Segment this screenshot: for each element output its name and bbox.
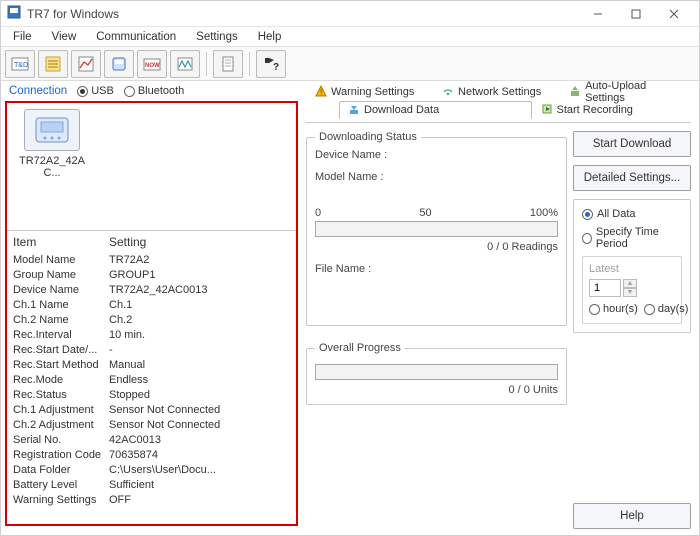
spin-down-icon[interactable]: ▼ [623, 288, 637, 297]
help-button[interactable]: Help [573, 503, 691, 529]
close-button[interactable] [655, 2, 693, 26]
menu-help[interactable]: Help [250, 29, 290, 45]
progress-tick-100: 100% [530, 207, 558, 219]
table-row: Ch.2 AdjustmentSensor Not Connected [13, 418, 290, 433]
overall-progress-legend: Overall Progress [315, 342, 405, 354]
maximize-button[interactable] [617, 2, 655, 26]
toolbar-device-icon[interactable] [104, 50, 134, 78]
downloading-status-group: Downloading Status Device Name : Model N… [306, 131, 567, 326]
table-row: Battery LevelSufficient [13, 478, 290, 493]
tab-auto-upload-settings[interactable]: Auto-Upload Settings [560, 83, 691, 101]
menubar: File View Communication Settings Help [1, 27, 699, 47]
connection-label: Connection [9, 85, 67, 97]
table-row: Serial No.42AC0013 [13, 433, 290, 448]
menu-file[interactable]: File [5, 29, 40, 45]
radio-bluetooth[interactable]: Bluetooth [124, 85, 184, 97]
progress-tick-50: 50 [419, 207, 431, 219]
svg-text:?: ? [273, 62, 279, 73]
table-row: Rec.Start MethodManual [13, 358, 290, 373]
highlight-box: TR72A2_42AC... Item Setting Model NameTR… [5, 101, 298, 526]
tab-bar: ! Warning Settings Network Settings Auto… [306, 83, 691, 119]
download-icon [348, 103, 360, 118]
toolbar-app-icon[interactable]: T&D [5, 50, 35, 78]
record-icon [541, 103, 553, 118]
model-name-label: Model Name : [315, 171, 383, 183]
latest-group: Latest ▲ ▼ hour(s) day(s) [582, 256, 682, 324]
table-row: Rec.StatusStopped [13, 388, 290, 403]
svg-text:!: ! [320, 88, 322, 97]
minimize-button[interactable] [579, 2, 617, 26]
window-title: TR7 for Windows [27, 7, 579, 21]
toolbar-zigzag-icon[interactable] [170, 50, 200, 78]
detailed-settings-button[interactable]: Detailed Settings... [573, 165, 691, 191]
table-row: Device NameTR72A2_42AC0013 [13, 283, 290, 298]
connection-header: Connection USB Bluetooth [5, 83, 298, 101]
table-row: Rec.ModeEndless [13, 373, 290, 388]
readings-count: 0 / 0 Readings [315, 241, 558, 253]
radio-usb[interactable]: USB [77, 85, 114, 97]
device-label: TR72A2_42AC... [13, 155, 91, 179]
range-group: All Data Specify Time Period Latest ▲ ▼ [573, 199, 691, 333]
toolbar-now-icon[interactable]: NOW [137, 50, 167, 78]
titlebar: TR7 for Windows [1, 1, 699, 27]
table-row: Ch.1 AdjustmentSensor Not Connected [13, 403, 290, 418]
tab-download-data[interactable]: Download Data [339, 101, 532, 119]
device-item[interactable]: TR72A2_42AC... [13, 109, 91, 179]
table-row: Ch.1 NameCh.1 [13, 298, 290, 313]
props-header-setting: Setting [109, 235, 290, 249]
overall-progressbar [315, 364, 558, 380]
table-row: Rec.Start Date/...- [13, 343, 290, 358]
toolbar: T&D NOW ? [1, 47, 699, 81]
table-row: Warning SettingsOFF [13, 493, 290, 508]
menu-view[interactable]: View [44, 29, 85, 45]
overall-units: 0 / 0 Units [315, 384, 558, 396]
tab-warning-settings[interactable]: ! Warning Settings [306, 83, 433, 101]
radio-hours[interactable]: hour(s) [589, 303, 638, 315]
start-download-button[interactable]: Start Download [573, 131, 691, 157]
menu-communication[interactable]: Communication [88, 29, 184, 45]
file-name-label: File Name : [315, 263, 371, 275]
downloading-status-legend: Downloading Status [315, 131, 421, 143]
latest-label: Latest [589, 263, 675, 275]
radio-specify-time-period[interactable]: Specify Time Period [582, 226, 682, 250]
props-header-item: Item [13, 235, 109, 249]
overall-progress-group: Overall Progress 0 / 0 Units [306, 342, 567, 405]
tab-start-recording[interactable]: Start Recording [532, 101, 686, 119]
app-icon [7, 5, 21, 22]
table-row: Registration Code70635874 [13, 448, 290, 463]
table-row: Ch.2 NameCh.2 [13, 313, 290, 328]
table-row: Group NameGROUP1 [13, 268, 290, 283]
table-row: Model NameTR72A2 [13, 253, 290, 268]
download-progressbar [315, 221, 558, 237]
wifi-icon [442, 85, 454, 100]
table-row: Data FolderC:\Users\User\Docu... [13, 463, 290, 478]
table-row: Rec.Interval10 min. [13, 328, 290, 343]
device-list: TR72A2_42AC... [7, 103, 296, 231]
device-name-label: Device Name : [315, 149, 387, 161]
tab-network-settings[interactable]: Network Settings [433, 83, 560, 101]
toolbar-list-icon[interactable] [38, 50, 68, 78]
radio-days[interactable]: day(s) [644, 303, 689, 315]
latest-value-input[interactable] [589, 279, 621, 297]
radio-all-data[interactable]: All Data [582, 208, 682, 220]
svg-text:T&D: T&D [14, 62, 28, 69]
warning-icon: ! [315, 85, 327, 100]
toolbar-chart-icon[interactable] [71, 50, 101, 78]
toolbar-doc-icon[interactable] [213, 50, 243, 78]
device-icon [24, 109, 80, 151]
spin-up-icon[interactable]: ▲ [623, 279, 637, 288]
properties-table: Item Setting Model NameTR72A2Group NameG… [7, 231, 296, 524]
svg-text:NOW: NOW [145, 63, 160, 69]
progress-tick-0: 0 [315, 207, 321, 219]
menu-settings[interactable]: Settings [188, 29, 246, 45]
upload-icon [569, 85, 581, 100]
toolbar-help-icon[interactable]: ? [256, 50, 286, 78]
